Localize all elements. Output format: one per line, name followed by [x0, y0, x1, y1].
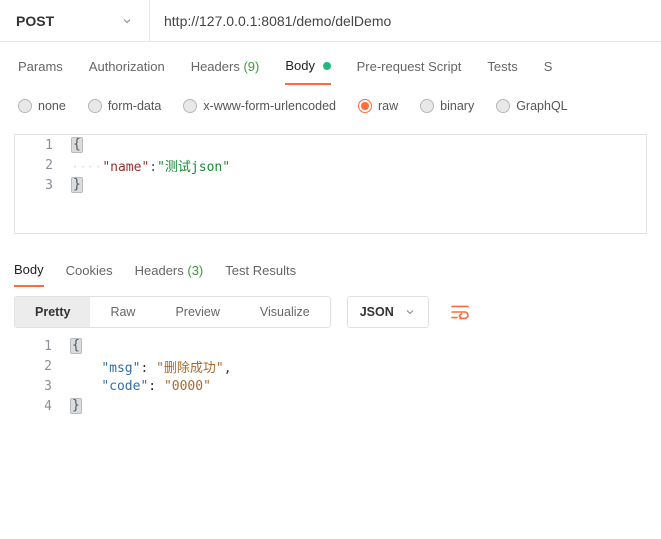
request-url-input[interactable]	[150, 0, 661, 41]
bodytype-none-label: none	[38, 99, 66, 113]
line-number: 2	[15, 158, 71, 173]
radio-icon	[18, 99, 32, 113]
chevron-down-icon	[121, 15, 133, 27]
radio-icon	[88, 99, 102, 113]
tab-headers-label: Headers	[191, 59, 240, 74]
resp-tab-headers[interactable]: Headers (3)	[135, 253, 204, 286]
resp-tab-headers-count: (3)	[187, 263, 203, 278]
bodytype-binary-label: binary	[440, 99, 474, 113]
tab-body[interactable]: Body	[285, 46, 330, 85]
json-key: "name"	[102, 160, 149, 175]
sep: :	[140, 361, 156, 376]
bodytype-urlencoded[interactable]: x-www-form-urlencoded	[183, 99, 336, 113]
tab-authorization[interactable]: Authorization	[89, 47, 165, 84]
editor-line: 1 {	[15, 135, 646, 155]
radio-selected-icon	[358, 99, 372, 113]
wrap-icon	[450, 304, 470, 320]
indent	[70, 361, 101, 376]
view-pretty-button[interactable]: Pretty	[15, 297, 90, 327]
radio-icon	[420, 99, 434, 113]
brace-close: }	[70, 398, 82, 414]
json-key: "msg"	[101, 361, 140, 376]
sep: :	[148, 379, 164, 394]
line-number: 3	[15, 178, 71, 193]
body-type-row: none form-data x-www-form-urlencoded raw…	[0, 88, 661, 124]
http-method-select[interactable]: POST	[0, 0, 150, 41]
bodytype-formdata[interactable]: form-data	[88, 99, 162, 113]
bodytype-graphql-label: GraphQL	[516, 99, 567, 113]
view-raw-button[interactable]: Raw	[90, 297, 155, 327]
bodytype-formdata-label: form-data	[108, 99, 162, 113]
editor-line: 2 "msg": "删除成功",	[14, 356, 647, 376]
comma: ,	[224, 361, 232, 376]
tab-prerequest[interactable]: Pre-request Script	[357, 47, 462, 84]
resp-tab-body[interactable]: Body	[14, 252, 44, 287]
radio-icon	[183, 99, 197, 113]
code-content: }	[70, 398, 82, 414]
tab-headers[interactable]: Headers (9)	[191, 47, 260, 84]
request-row: POST	[0, 0, 661, 42]
resp-tab-testresults[interactable]: Test Results	[225, 253, 296, 286]
brace-close: }	[71, 177, 83, 193]
tab-settings[interactable]: S	[544, 47, 553, 84]
tab-body-label: Body	[285, 58, 315, 73]
brace-open: {	[71, 137, 83, 153]
view-mode-segment: Pretty Raw Preview Visualize	[14, 296, 331, 328]
resp-tab-headers-label: Headers	[135, 263, 184, 278]
bodytype-raw-label: raw	[378, 99, 398, 113]
editor-line: 3 }	[15, 175, 646, 195]
response-body-editor[interactable]: 1 { 2 "msg": "删除成功", 3 "code": "0000" 4 …	[14, 336, 647, 416]
code-content: "code": "0000"	[70, 379, 211, 394]
line-number: 2	[14, 359, 70, 374]
bodytype-none[interactable]: none	[18, 99, 66, 113]
code-content: {	[71, 137, 83, 153]
json-key: "code"	[101, 379, 148, 394]
bodytype-urlencoded-label: x-www-form-urlencoded	[203, 99, 336, 113]
line-number: 4	[14, 399, 70, 414]
code-content: ····"name":"测试json"	[71, 156, 230, 175]
http-method-value: POST	[16, 13, 54, 29]
bodytype-graphql[interactable]: GraphQL	[496, 99, 567, 113]
code-content: {	[70, 338, 82, 354]
wrap-lines-button[interactable]	[443, 295, 477, 329]
indent-dots: ····	[71, 160, 102, 175]
resp-tab-cookies[interactable]: Cookies	[66, 253, 113, 286]
json-string: "测试json"	[157, 160, 230, 175]
code-content: }	[71, 177, 83, 193]
line-number: 1	[15, 138, 71, 153]
code-content: "msg": "删除成功",	[70, 357, 232, 376]
format-value: JSON	[360, 305, 394, 319]
response-format-select[interactable]: JSON	[347, 296, 429, 328]
json-string: "0000"	[164, 379, 211, 394]
editor-line: 1 {	[14, 336, 647, 356]
indent	[70, 379, 101, 394]
bodytype-raw[interactable]: raw	[358, 99, 398, 113]
editor-line: 3 "code": "0000"	[14, 376, 647, 396]
editor-line: 2 ····"name":"测试json"	[15, 155, 646, 175]
json-string: "删除成功"	[156, 361, 224, 376]
view-visualize-button[interactable]: Visualize	[240, 297, 330, 327]
colon: :	[149, 160, 157, 175]
bodytype-binary[interactable]: binary	[420, 99, 474, 113]
tab-tests[interactable]: Tests	[487, 47, 517, 84]
tab-params[interactable]: Params	[18, 47, 63, 84]
chevron-down-icon	[404, 306, 416, 318]
view-preview-button[interactable]: Preview	[155, 297, 239, 327]
tab-headers-count: (9)	[243, 59, 259, 74]
line-number: 3	[14, 379, 70, 394]
line-number: 1	[14, 339, 70, 354]
request-tabs: Params Authorization Headers (9) Body Pr…	[0, 42, 661, 88]
response-tabs: Body Cookies Headers (3) Test Results	[0, 248, 661, 290]
body-indicator-icon	[323, 62, 331, 70]
radio-icon	[496, 99, 510, 113]
brace-open: {	[70, 338, 82, 354]
response-toolbar: Pretty Raw Preview Visualize JSON	[0, 290, 661, 334]
request-body-editor[interactable]: 1 { 2 ····"name":"测试json" 3 }	[14, 134, 647, 234]
editor-line: 4 }	[14, 396, 647, 416]
